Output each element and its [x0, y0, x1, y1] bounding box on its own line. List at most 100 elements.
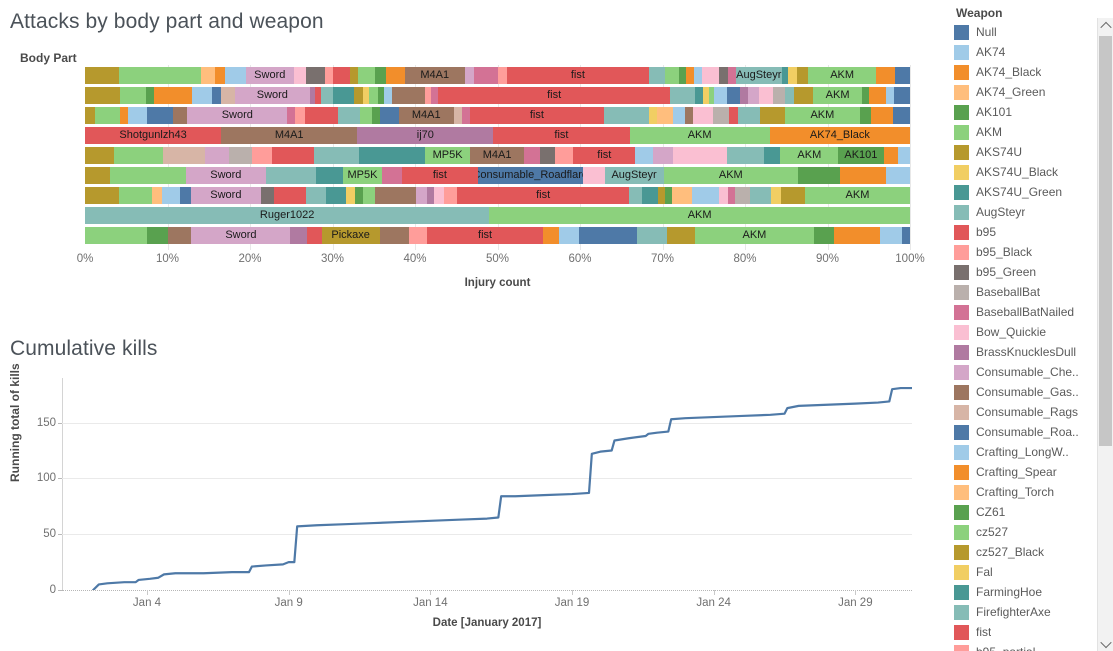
- bar-segment[interactable]: [272, 147, 314, 164]
- bar-segment[interactable]: [94, 107, 120, 124]
- bar-segment[interactable]: [153, 87, 192, 104]
- bar-segment[interactable]: AugSteyr: [735, 67, 782, 84]
- bar-segment[interactable]: [695, 87, 704, 104]
- bar-segment[interactable]: [649, 107, 657, 124]
- bar-segment[interactable]: [252, 147, 273, 164]
- bar-segment[interactable]: [363, 187, 375, 204]
- bar-segment[interactable]: [119, 67, 202, 84]
- bar-segment[interactable]: [146, 87, 154, 104]
- bar-segment[interactable]: AKM: [489, 207, 910, 224]
- bar-segment[interactable]: [379, 227, 410, 244]
- bar-segment[interactable]: [772, 87, 785, 104]
- bar-segment[interactable]: [880, 227, 902, 244]
- bar-segment[interactable]: [582, 167, 605, 184]
- bar-segment[interactable]: Pickaxe: [321, 227, 380, 244]
- legend-item[interactable]: b95_Green: [954, 262, 1094, 282]
- bar-segment[interactable]: [579, 227, 637, 244]
- legend-item[interactable]: AK101: [954, 102, 1094, 122]
- bar-segment[interactable]: AKM: [805, 187, 910, 204]
- bar-segment[interactable]: [719, 67, 728, 84]
- bar-segment[interactable]: [862, 87, 870, 104]
- bar-segment[interactable]: [749, 187, 771, 204]
- bar-segment[interactable]: M4A1: [398, 107, 454, 124]
- bar-segment[interactable]: AKM: [663, 167, 799, 184]
- bar-segment[interactable]: Sword: [191, 187, 261, 204]
- bar-segment[interactable]: Sword: [245, 67, 294, 84]
- bar-segment[interactable]: [714, 87, 727, 104]
- bar-segment[interactable]: AKM: [812, 87, 863, 104]
- bar-segment[interactable]: [876, 67, 896, 84]
- bar-segment[interactable]: fist: [427, 227, 543, 244]
- bar-segment[interactable]: [359, 107, 373, 124]
- legend-item[interactable]: AK74_Green: [954, 82, 1094, 102]
- scroll-up-button[interactable]: [1098, 18, 1113, 33]
- bar-segment[interactable]: [603, 107, 650, 124]
- legend-item[interactable]: BrassKnucklesDull: [954, 342, 1094, 362]
- bar-segment[interactable]: [306, 227, 322, 244]
- bar-segment[interactable]: [678, 67, 686, 84]
- bar-segment[interactable]: [119, 87, 147, 104]
- bar-segment[interactable]: [559, 227, 580, 244]
- bar-segment[interactable]: [748, 87, 759, 104]
- bar-segment[interactable]: [220, 87, 236, 104]
- bar-segment[interactable]: fist: [457, 187, 629, 204]
- bar-segment[interactable]: [201, 67, 215, 84]
- legend-item[interactable]: AKS74U: [954, 142, 1094, 162]
- bar-segment[interactable]: [415, 187, 428, 204]
- bar-segment[interactable]: [225, 67, 246, 84]
- bar-segment[interactable]: [859, 107, 872, 124]
- bar-segment[interactable]: [85, 107, 95, 124]
- bar-segment[interactable]: [211, 87, 221, 104]
- bar-segment[interactable]: [358, 147, 425, 164]
- legend-item[interactable]: b95_partial: [954, 642, 1094, 651]
- bar-segment[interactable]: [729, 107, 739, 124]
- bar-segment[interactable]: [161, 187, 180, 204]
- bar-segment[interactable]: [719, 187, 728, 204]
- bar-segment[interactable]: MP5K: [424, 147, 471, 164]
- bar-segment[interactable]: [540, 147, 556, 164]
- bar-segment[interactable]: [119, 187, 152, 204]
- bar-segment[interactable]: [385, 67, 405, 84]
- legend-item[interactable]: AK74_Black: [954, 62, 1094, 82]
- legend-item[interactable]: FarmingHoe: [954, 582, 1094, 602]
- bar-segment[interactable]: MP5K: [343, 167, 382, 184]
- bar-segment[interactable]: [739, 87, 749, 104]
- bar-segment[interactable]: ij70: [357, 127, 494, 144]
- bar-segment[interactable]: [727, 187, 735, 204]
- bar-segment[interactable]: [424, 87, 432, 104]
- bar-segment[interactable]: [685, 107, 694, 124]
- bar-segment[interactable]: [691, 187, 720, 204]
- bar-segment[interactable]: [648, 67, 666, 84]
- bar-segment[interactable]: AKM: [807, 67, 877, 84]
- legend-item[interactable]: AKS74U_Green: [954, 182, 1094, 202]
- bar-segment[interactable]: [770, 187, 781, 204]
- bar-segment[interactable]: [409, 227, 428, 244]
- bar-segment[interactable]: [229, 147, 253, 164]
- bar-segment[interactable]: [427, 187, 435, 204]
- bar-segment[interactable]: [85, 187, 120, 204]
- bar-segment[interactable]: [355, 187, 364, 204]
- bar-segment[interactable]: [542, 227, 560, 244]
- legend-item[interactable]: Bow_Quickie: [954, 322, 1094, 342]
- bar-segment[interactable]: [726, 147, 764, 164]
- bar-segment[interactable]: [338, 107, 360, 124]
- bar-segment[interactable]: fist: [438, 87, 671, 104]
- bar-segment[interactable]: [380, 107, 399, 124]
- bar-segment[interactable]: [665, 67, 679, 84]
- bar-segment[interactable]: [384, 87, 392, 104]
- bar-segment[interactable]: [814, 227, 835, 244]
- bar-segment[interactable]: [110, 167, 186, 184]
- legend-item[interactable]: cz527: [954, 522, 1094, 542]
- legend-item[interactable]: Consumable_Che..: [954, 362, 1094, 382]
- legend-item[interactable]: AK74: [954, 42, 1094, 62]
- bar-segment[interactable]: [498, 67, 507, 84]
- bar-segment[interactable]: M4A1: [470, 147, 524, 164]
- bar-segment[interactable]: [780, 187, 806, 204]
- bar-segment[interactable]: [173, 107, 188, 124]
- legend-scrollbar[interactable]: [1097, 18, 1113, 651]
- bar-segment[interactable]: Sword: [191, 227, 291, 244]
- bar-segment[interactable]: AK101: [838, 147, 884, 164]
- bar-segment[interactable]: [895, 67, 910, 84]
- bar-segment[interactable]: fist: [493, 127, 630, 144]
- legend-item[interactable]: fist: [954, 622, 1094, 642]
